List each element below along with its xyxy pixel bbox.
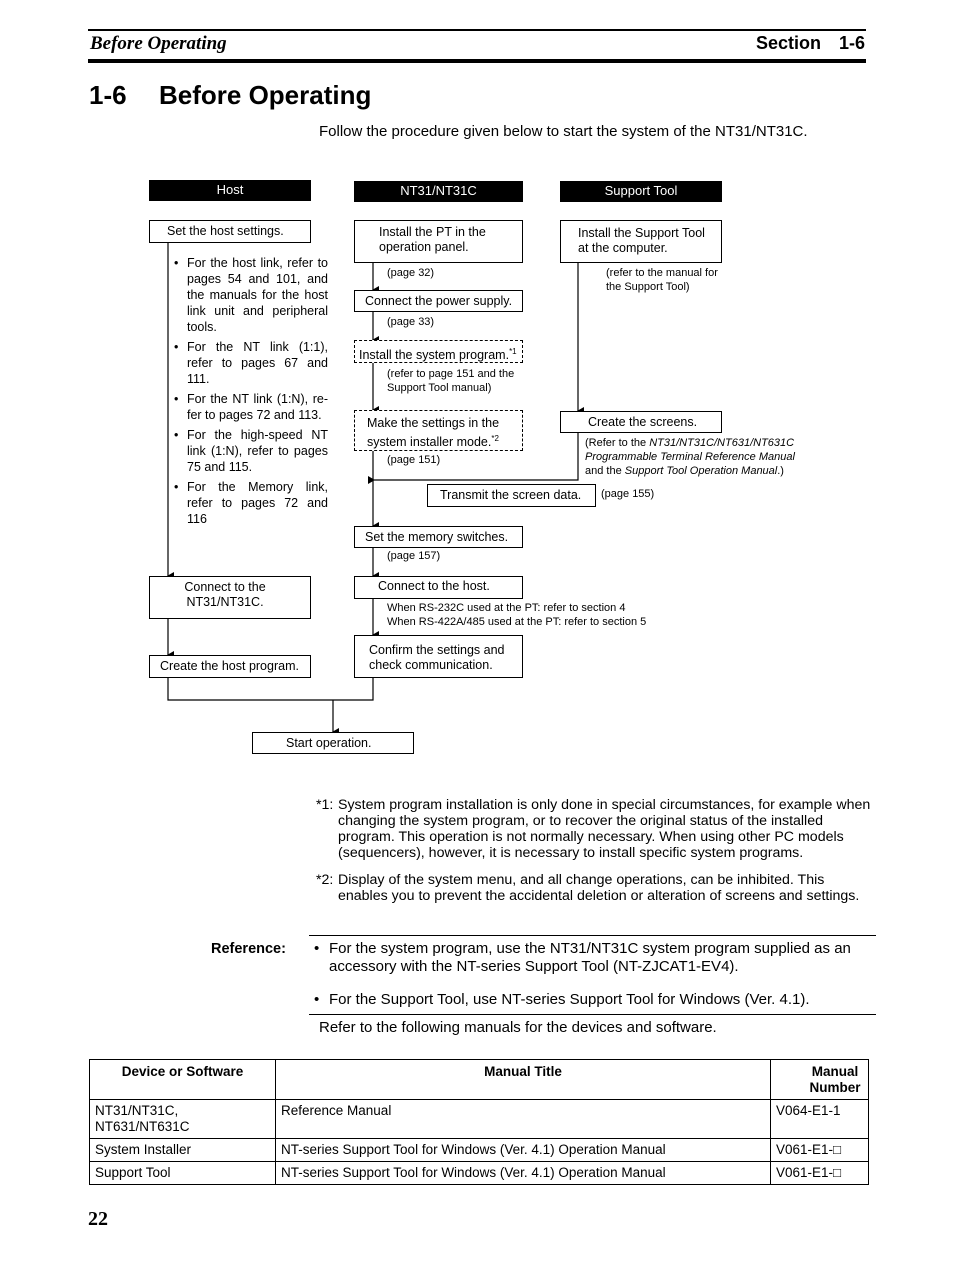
table-header-row: Device or Software Manual Title Manual N… bbox=[89, 1059, 869, 1100]
note-install-support-tool: (refer to the manual for the Support Too… bbox=[606, 267, 718, 293]
footnote-ref-2: *2 bbox=[491, 434, 499, 443]
footnote-key: *2: bbox=[316, 872, 334, 888]
note-text: and the bbox=[585, 465, 625, 477]
step-connect-to-host: Connect to the host. bbox=[354, 576, 523, 599]
header-manual-number-text: Manual Number bbox=[809, 1064, 861, 1095]
step-connect-to-nt31: Connect to the NT31/NT31C. bbox=[149, 576, 311, 619]
reference-item: • For the Support Tool, use NT-series Su… bbox=[314, 991, 874, 1009]
reference-label: Reference: bbox=[211, 941, 286, 957]
reference-item: • For the system program, use the NT31/N… bbox=[314, 940, 874, 976]
table-row: NT31/NT31C, NT631/NT631C Reference Manua… bbox=[89, 1099, 869, 1139]
footnote-2: *2: Display of the system menu, and all … bbox=[316, 872, 876, 904]
step-install-support-tool: Install the Support Tool at the computer… bbox=[560, 220, 722, 263]
host-note: For the high-speed NT link (1:N), refer … bbox=[174, 427, 328, 475]
column-header-host: Host bbox=[149, 180, 311, 201]
cell-title: Reference Manual bbox=[275, 1099, 771, 1139]
note-power-supply: (page 33) bbox=[387, 316, 435, 328]
header-manual-title: Manual Title bbox=[275, 1059, 771, 1100]
reference-text: For the system program, use the NT31/NT3… bbox=[329, 940, 851, 975]
header-manual-number: Manual Number bbox=[770, 1059, 869, 1100]
reference-rule-top bbox=[309, 935, 876, 936]
system-installer-label: Make the settings in the system installe… bbox=[367, 416, 500, 450]
cell-number: V061-E1-□ bbox=[770, 1161, 869, 1185]
step-create-screens: Create the screens. bbox=[560, 411, 722, 433]
cell-device: Support Tool bbox=[89, 1161, 276, 1185]
column-header-pt: NT31/NT31C bbox=[354, 181, 523, 202]
step-set-host-settings: Set the host settings. bbox=[149, 220, 311, 243]
step-confirm-settings: Confirm the settings and check communica… bbox=[354, 635, 523, 678]
note-transmit: (page 155) bbox=[601, 488, 655, 500]
cell-title: NT-series Support Tool for Windows (Ver.… bbox=[275, 1138, 771, 1162]
install-system-label: Install the system program. bbox=[359, 348, 510, 363]
note-rs422a: When RS-422A/485 used at the PT: refer t… bbox=[387, 616, 647, 628]
note-system-installer: (page 151) bbox=[387, 454, 441, 466]
step-connect-power-supply: Connect the power supply. bbox=[354, 290, 523, 312]
bullet-icon: • bbox=[314, 940, 320, 957]
step-set-memory-switches: Set the memory switches. bbox=[354, 526, 523, 548]
header-device: Device or Software bbox=[89, 1059, 276, 1100]
column-header-support-tool: Support Tool bbox=[560, 181, 722, 202]
cell-number: V064-E1-1 bbox=[770, 1099, 869, 1139]
cell-number: V061-E1-□ bbox=[770, 1138, 869, 1162]
host-note: For the NT link (1:N), re-fer to pages 7… bbox=[174, 391, 328, 423]
step-install-system-program: Install the system program.*1 bbox=[354, 340, 523, 363]
refer-text: Refer to the following manuals for the d… bbox=[319, 1019, 717, 1036]
note-install-pt: (page 32) bbox=[387, 267, 435, 279]
cell-title: NT-series Support Tool for Windows (Ver.… bbox=[275, 1161, 771, 1185]
footnote-ref-1: *1 bbox=[509, 347, 517, 356]
step-install-pt: Install the PT in the operation panel. bbox=[354, 220, 523, 263]
bullet-icon: • bbox=[314, 991, 320, 1008]
cell-text: NT31/NT31C, NT631/NT631C bbox=[95, 1103, 190, 1134]
footnote-key: *1: bbox=[316, 797, 334, 813]
cell-device: NT31/NT31C, NT631/NT631C bbox=[89, 1099, 276, 1139]
host-note: For the host link, refer to pages 54 and… bbox=[174, 255, 328, 335]
cell-device: System Installer bbox=[89, 1138, 276, 1162]
reference-rule-bottom bbox=[309, 1014, 876, 1015]
host-link-notes: For the host link, refer to pages 54 and… bbox=[174, 255, 328, 531]
footnote-text: Display of the system menu, and all chan… bbox=[338, 872, 860, 904]
note-text: (Refer to the bbox=[585, 437, 650, 449]
table-row: Support Tool NT-series Support Tool for … bbox=[89, 1161, 869, 1185]
step-create-host-program: Create the host program. bbox=[149, 655, 311, 678]
step-transmit-screen-data: Transmit the screen data. bbox=[427, 484, 596, 507]
page-number: 22 bbox=[88, 1208, 108, 1230]
note-create-screens: (Refer to the NT31/NT31C/NT631/NT631C Pr… bbox=[585, 436, 810, 478]
footnote-1: *1: System program installation is only … bbox=[316, 797, 876, 861]
manuals-table: Device or Software Manual Title Manual N… bbox=[89, 1059, 869, 1185]
table-row: System Installer NT-series Support Tool … bbox=[89, 1138, 869, 1162]
reference-text: For the Support Tool, use NT-series Supp… bbox=[329, 991, 810, 1008]
host-note: For the Memory link, refer to pages 72 a… bbox=[174, 479, 328, 527]
note-system-program: (refer to page 151 and the Support Tool … bbox=[387, 368, 515, 394]
note-memory-switches: (page 157) bbox=[387, 550, 441, 562]
host-note: For the NT link (1:1), refer to pages 67… bbox=[174, 339, 328, 387]
step-system-installer-mode: Make the settings in the system installe… bbox=[354, 410, 523, 451]
note-text: .) bbox=[777, 465, 784, 477]
note-rs232c: When RS-232C used at the PT: refer to se… bbox=[387, 602, 626, 614]
footnote-text: System program installation is only done… bbox=[338, 797, 871, 861]
note-manual-title: Support Tool Operation Manual bbox=[624, 465, 778, 477]
step-start-operation: Start operation. bbox=[252, 732, 414, 754]
note-connect-host: When RS-232C used at the PT: refer to se… bbox=[387, 601, 646, 629]
connector-merge bbox=[167, 678, 374, 701]
